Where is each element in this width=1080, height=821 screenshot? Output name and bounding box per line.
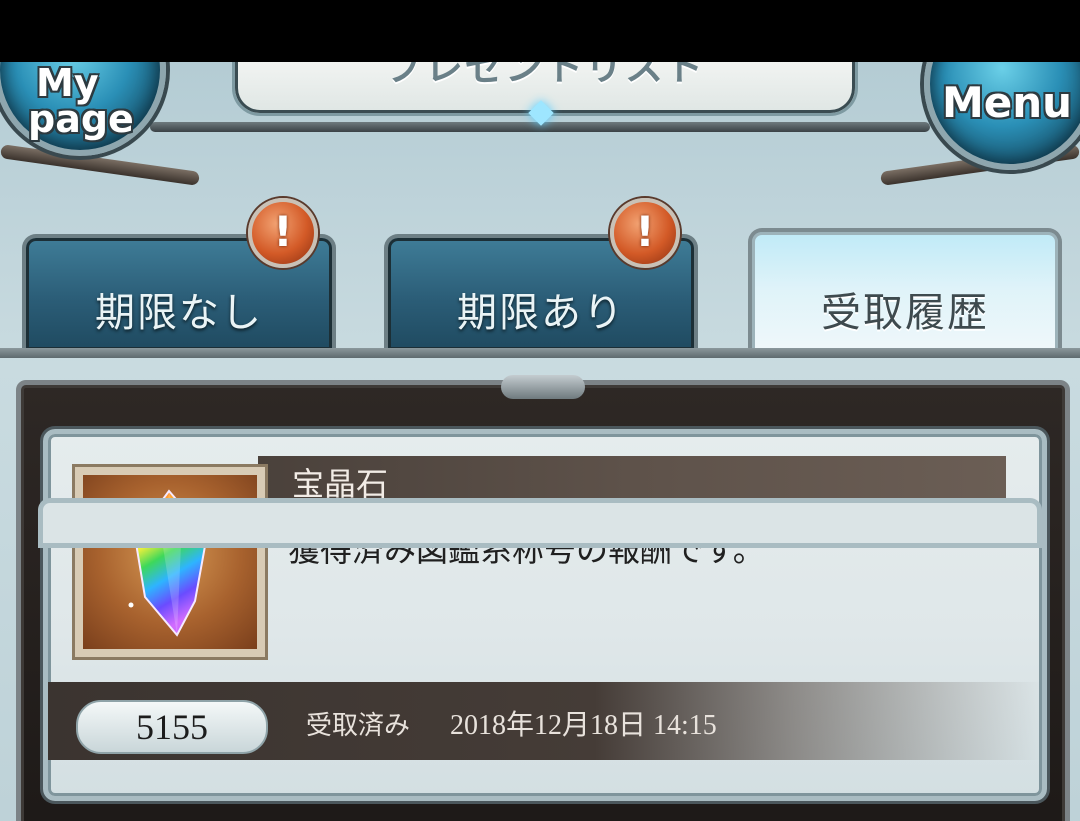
quantity-pill: 5155 (76, 700, 268, 754)
history-panel: 宝晶石 獲得済み図鑑系称号の報酬です。 5155 受取済み 2018年12月18… (16, 375, 1070, 821)
menu-button[interactable]: Menu (924, 62, 1080, 170)
tab-with-expiry[interactable]: ! 期限あり (384, 198, 698, 350)
tab-label: 期限なし (95, 290, 263, 336)
menu-label: Menu (942, 78, 1073, 127)
alert-badge-icon: ! (248, 198, 318, 268)
item-footer: 5155 受取済み 2018年12月18日 14:15 (48, 682, 1042, 760)
present-list-screen: プレゼントリスト My page Menu ! 期限なし ! 期限あり 受取履歴… (0, 62, 1080, 821)
tab-rail (0, 348, 1080, 358)
tab-no-expiry[interactable]: ! 期限なし (22, 198, 336, 350)
item-quantity: 5155 (136, 707, 208, 747)
mypage-button[interactable]: My page (0, 62, 166, 156)
mypage-label-line2: page (28, 97, 134, 141)
tab-label: 受取履歴 (821, 290, 989, 336)
received-status: 受取済み (306, 711, 411, 741)
received-timestamp: 2018年12月18日 14:15 (450, 710, 717, 741)
tab-label: 期限あり (457, 290, 625, 336)
alert-badge-icon: ! (610, 198, 680, 268)
panel-crest-ornament (501, 375, 585, 399)
page-title: プレゼントリスト (384, 62, 705, 89)
list-item (38, 498, 1042, 548)
list-item: 宝晶石 獲得済み図鑑系称号の報酬です。 5155 受取済み 2018年12月18… (43, 429, 1047, 801)
status-bar (0, 0, 1080, 62)
tab-history[interactable]: 受取履歴 (748, 228, 1062, 358)
item-icon-frame (72, 464, 268, 660)
